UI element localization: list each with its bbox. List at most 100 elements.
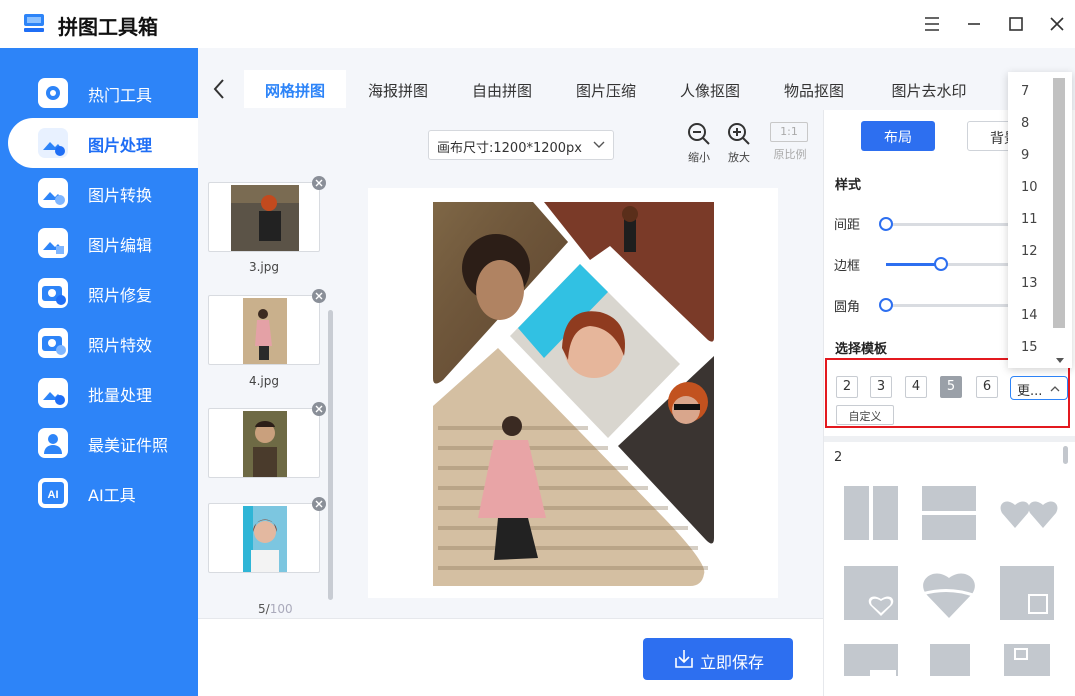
template-two-rows[interactable] bbox=[922, 486, 976, 540]
count-option-11[interactable]: 11 bbox=[1021, 212, 1038, 227]
tab-watermark-remove[interactable]: 图片去水印 bbox=[874, 70, 984, 108]
radius-slider[interactable] bbox=[879, 298, 1016, 312]
radius-label: 圆角 bbox=[834, 300, 861, 315]
tab-image-compress[interactable]: 图片压缩 bbox=[556, 70, 656, 108]
collage-preview bbox=[433, 202, 714, 586]
id-photo-icon bbox=[38, 428, 68, 458]
minimize-icon[interactable] bbox=[962, 12, 986, 36]
svg-text:AI: AI bbox=[48, 489, 59, 501]
scroll-down-arrow-icon[interactable] bbox=[1056, 358, 1064, 363]
bottom-bar: 立即保存 bbox=[198, 618, 823, 696]
thumbnail-name: 3.jpg bbox=[248, 260, 280, 274]
tab-portrait-cutout[interactable]: 人像抠图 bbox=[660, 70, 760, 108]
sidebar-item-hot-tools[interactable]: 热门工具 bbox=[0, 68, 198, 118]
back-arrow-icon[interactable] bbox=[212, 78, 228, 100]
border-slider-fill bbox=[886, 263, 941, 266]
count-option-14[interactable]: 14 bbox=[1021, 308, 1038, 323]
zoom-in-button[interactable]: 放大 bbox=[719, 122, 759, 165]
thumbnail-image bbox=[243, 506, 287, 572]
sidebar-item-label: 图片处理 bbox=[88, 136, 153, 155]
thumbnail-image bbox=[231, 185, 299, 251]
count-option-7[interactable]: 7 bbox=[1021, 84, 1029, 99]
sidebar-item-image-processing[interactable]: 图片处理 bbox=[8, 118, 198, 168]
thumbnail-image bbox=[243, 411, 287, 477]
spacing-slider-knob[interactable] bbox=[879, 217, 893, 231]
original-ratio-button[interactable]: 1:1 原比例 bbox=[770, 122, 810, 162]
menu-icon[interactable] bbox=[920, 12, 944, 36]
app-title: 拼图工具箱 bbox=[58, 15, 158, 39]
chevron-down-icon bbox=[593, 141, 605, 148]
tab-free-collage[interactable]: 自由拼图 bbox=[452, 70, 552, 108]
sidebar-item-label: 图片编辑 bbox=[88, 236, 153, 255]
template-square-small-inset[interactable] bbox=[1004, 644, 1050, 676]
template-two-hearts[interactable] bbox=[1000, 496, 1058, 530]
thumbnail-4[interactable] bbox=[208, 497, 326, 573]
canvas-size-select[interactable]: 画布尺寸:1200*1200px bbox=[428, 130, 614, 160]
more-counts-list: 7 8 9 10 11 12 13 14 15 bbox=[1008, 72, 1072, 368]
count-option-13[interactable]: 13 bbox=[1021, 276, 1038, 291]
sidebar-item-label: 热门工具 bbox=[88, 86, 153, 105]
remove-thumbnail-icon[interactable] bbox=[312, 289, 326, 303]
template-rect-bottom[interactable] bbox=[844, 644, 898, 676]
template-square-inset[interactable] bbox=[1000, 566, 1054, 620]
sidebar-item-photo-effects[interactable]: 照片特效 bbox=[0, 318, 198, 368]
ratio-icon: 1:1 bbox=[770, 122, 808, 142]
template-split-heart[interactable] bbox=[922, 566, 976, 620]
count-option-12[interactable]: 12 bbox=[1021, 244, 1038, 259]
save-now-button[interactable]: 立即保存 bbox=[643, 638, 793, 680]
sidebar-item-id-photo[interactable]: 最美证件照 bbox=[0, 418, 198, 468]
sidebar-item-label: 照片修复 bbox=[88, 286, 153, 305]
remove-thumbnail-icon[interactable] bbox=[312, 176, 326, 190]
tab-grid-collage[interactable]: 网格拼图 bbox=[244, 70, 346, 108]
divider bbox=[824, 436, 1075, 442]
tools-icon bbox=[38, 78, 68, 108]
maximize-icon[interactable] bbox=[1004, 12, 1028, 36]
image-process-icon bbox=[38, 128, 68, 158]
sidebar: 热门工具 图片处理 图片转换 图片编辑 照片修复 照片特效 批量处理 最美证件照… bbox=[0, 48, 198, 696]
highlight-box bbox=[825, 358, 1070, 428]
canvas-size-value: 画布尺寸:1200*1200px bbox=[437, 141, 582, 156]
batch-icon bbox=[38, 378, 68, 408]
zoom-out-icon bbox=[688, 123, 710, 145]
sidebar-item-ai-tools[interactable]: AI AI工具 bbox=[0, 468, 198, 518]
thumbnail-1[interactable] bbox=[208, 176, 326, 252]
count-option-9[interactable]: 9 bbox=[1021, 148, 1029, 163]
border-slider-knob[interactable] bbox=[933, 257, 948, 271]
sidebar-item-batch[interactable]: 批量处理 bbox=[0, 368, 198, 418]
count-option-10[interactable]: 10 bbox=[1021, 180, 1038, 195]
layout-tab-button[interactable]: 布局 bbox=[861, 121, 935, 151]
remove-thumbnail-icon[interactable] bbox=[312, 497, 326, 511]
sidebar-item-label: AI工具 bbox=[88, 486, 136, 505]
image-count: 5/100 bbox=[258, 602, 293, 616]
collage-canvas[interactable] bbox=[368, 188, 778, 598]
template-square[interactable] bbox=[930, 644, 970, 676]
original-ratio-label: 原比例 bbox=[773, 148, 807, 161]
template-two-columns[interactable] bbox=[844, 486, 898, 540]
app-logo-icon bbox=[24, 14, 44, 32]
tab-poster-collage[interactable]: 海报拼图 bbox=[348, 70, 448, 108]
dropdown-scrollbar[interactable] bbox=[1053, 78, 1065, 328]
image-edit-icon bbox=[38, 228, 68, 258]
layout-count-label: 2 bbox=[834, 450, 843, 465]
tab-object-cutout[interactable]: 物品抠图 bbox=[764, 70, 864, 108]
sidebar-item-image-edit[interactable]: 图片编辑 bbox=[0, 218, 198, 268]
thumbnail-2[interactable] bbox=[208, 289, 326, 365]
template-heart-inset[interactable] bbox=[844, 566, 898, 620]
remove-thumbnail-icon[interactable] bbox=[312, 402, 326, 416]
count-option-8[interactable]: 8 bbox=[1021, 116, 1029, 131]
spacing-slider[interactable] bbox=[879, 217, 1016, 231]
template-scrollbar[interactable] bbox=[1063, 446, 1068, 464]
sidebar-item-label: 照片特效 bbox=[88, 336, 153, 355]
border-slider[interactable] bbox=[886, 257, 1016, 271]
photo-effects-icon bbox=[38, 328, 68, 358]
radius-slider-knob[interactable] bbox=[879, 298, 893, 312]
count-option-15[interactable]: 15 bbox=[1021, 340, 1038, 355]
zoom-out-button[interactable]: 缩小 bbox=[679, 122, 719, 165]
zoom-out-label: 缩小 bbox=[688, 151, 710, 164]
thumbnail-scrollbar[interactable] bbox=[328, 310, 333, 600]
close-icon[interactable] bbox=[1045, 12, 1069, 36]
download-icon bbox=[675, 650, 693, 668]
thumbnail-3[interactable] bbox=[208, 402, 326, 478]
sidebar-item-photo-repair[interactable]: 照片修复 bbox=[0, 268, 198, 318]
sidebar-item-image-convert[interactable]: 图片转换 bbox=[0, 168, 198, 218]
